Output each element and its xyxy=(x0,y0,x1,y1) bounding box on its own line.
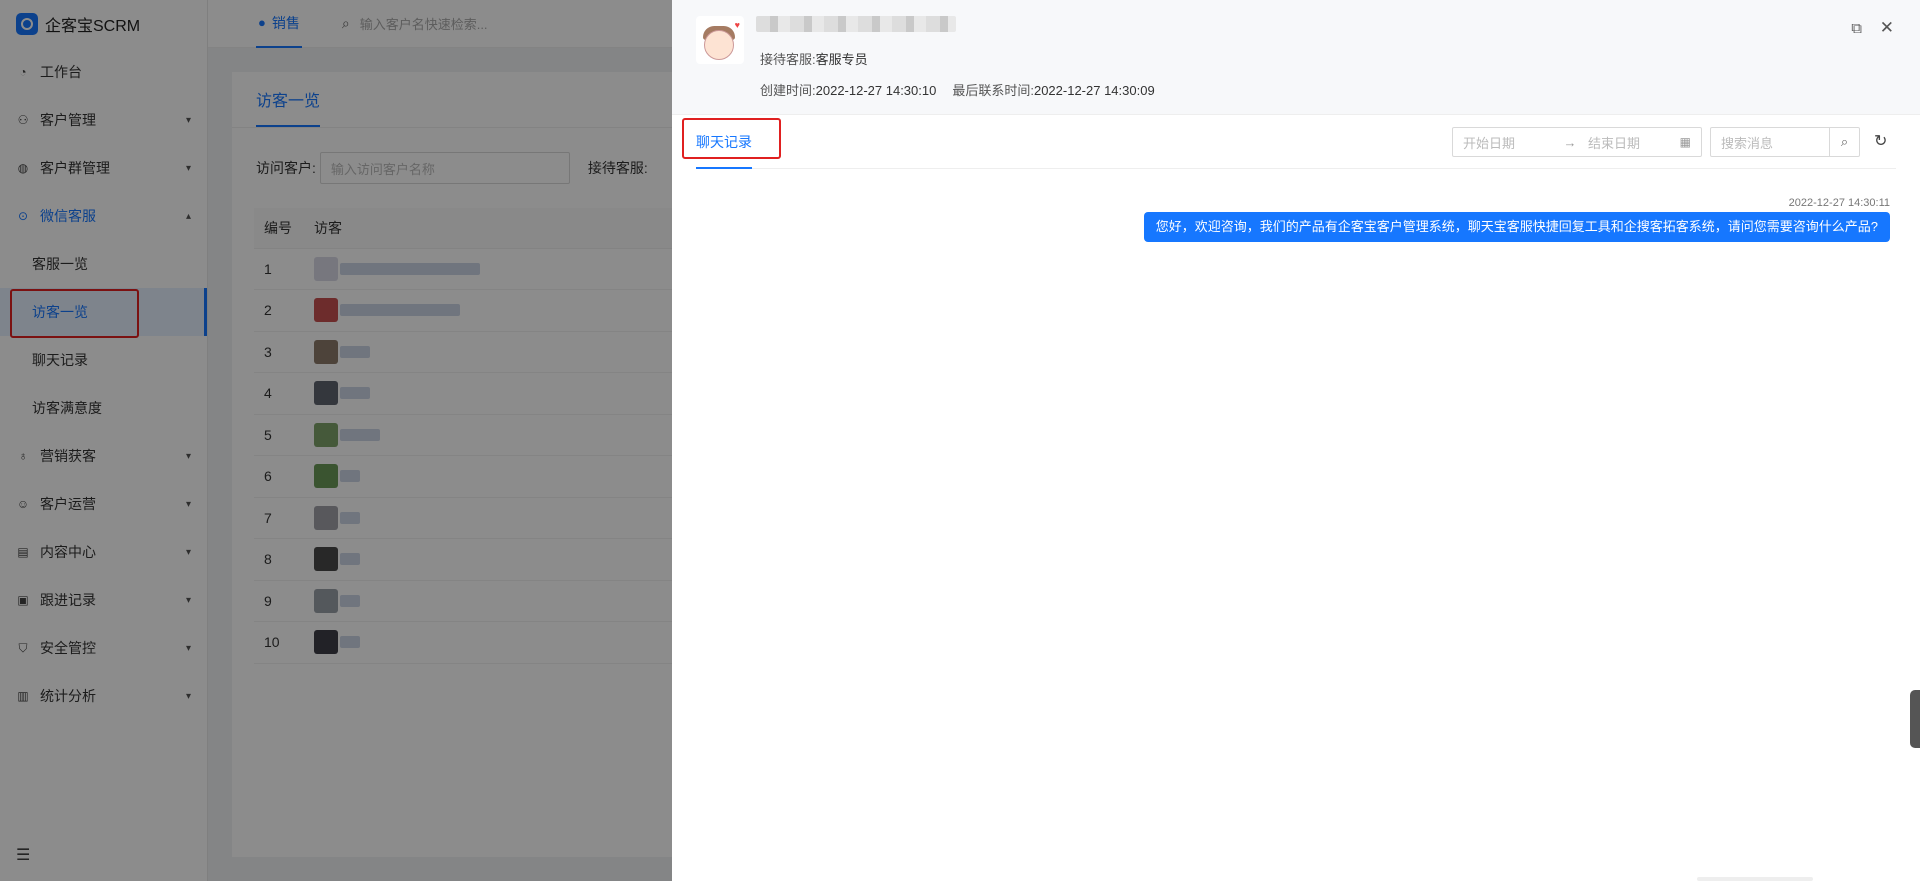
drawer-toolbar: 聊天记录 开始日期 → 结束日期 ▦ 搜索消息 ⌕ ↻ xyxy=(682,115,1896,169)
agent-label: 接待客服: xyxy=(760,52,816,67)
message-bubble: 您好，欢迎咨询，我们的产品有企客宝客户管理系统，聊天宝客服快捷回复工具和企搜客拓… xyxy=(1143,212,1890,242)
side-scroll-widget[interactable] xyxy=(1910,690,1920,748)
arrow-right-icon: → xyxy=(1563,134,1577,150)
customer-detail-drawer: ♥ 接待客服:客服专员 创建时间:2022-12-27 14:30:10 最后联系… xyxy=(672,0,1920,881)
app-root: 企客宝SCRM ◔ 工作台 ⚇ 客户管理 ▾ ◍ 客户群管理 ▾ ⊙ 微信客服 … xyxy=(0,0,1920,881)
calendar-icon: ▦ xyxy=(1679,135,1691,149)
end-date-input[interactable]: 结束日期 xyxy=(1582,133,1680,152)
close-icon[interactable]: ✕ xyxy=(1880,18,1894,38)
heart-icon: ♥ xyxy=(734,20,740,30)
drawer-header: ♥ 接待客服:客服专员 创建时间:2022-12-27 14:30:10 最后联系… xyxy=(672,0,1920,115)
message-search-input[interactable]: 搜索消息 xyxy=(1711,133,1829,152)
chat-body: 2022-12-27 14:30:11 您好，欢迎咨询，我们的产品有企客宝客户管… xyxy=(672,169,1920,879)
last-contact-label: 最后联系时间: xyxy=(952,83,1034,98)
customer-name-blurred xyxy=(756,16,956,32)
start-date-input[interactable]: 开始日期 xyxy=(1463,133,1558,152)
agent-info: 接待客服:客服专员 xyxy=(760,49,868,68)
created-time-label: 创建时间: xyxy=(760,83,816,98)
avatar: ♥ xyxy=(696,16,744,64)
bottom-scrollbar[interactable] xyxy=(1697,877,1813,881)
tab-highlight-box xyxy=(682,118,781,159)
search-icon: ⌕ xyxy=(1840,134,1849,149)
agent-value: 客服专员 xyxy=(815,52,868,67)
date-range-picker[interactable]: 开始日期 → 结束日期 ▦ xyxy=(1452,127,1702,157)
chat-message: 2022-12-27 14:30:11 您好，欢迎咨询，我们的产品有企客宝客户管… xyxy=(1143,197,1890,242)
refresh-icon[interactable]: ↻ xyxy=(1874,131,1887,151)
message-time: 2022-12-27 14:30:11 xyxy=(1788,197,1890,209)
search-button[interactable]: ⌕ xyxy=(1829,128,1859,156)
created-time-value: 2022-12-27 14:30:10 xyxy=(815,83,937,98)
time-info: 创建时间:2022-12-27 14:30:10 最后联系时间:2022-12-2… xyxy=(760,80,1155,99)
message-search: 搜索消息 ⌕ xyxy=(1710,127,1860,157)
open-new-window-icon[interactable]: ⧉ xyxy=(1851,20,1862,37)
last-contact-value: 2022-12-27 14:30:09 xyxy=(1033,83,1155,98)
